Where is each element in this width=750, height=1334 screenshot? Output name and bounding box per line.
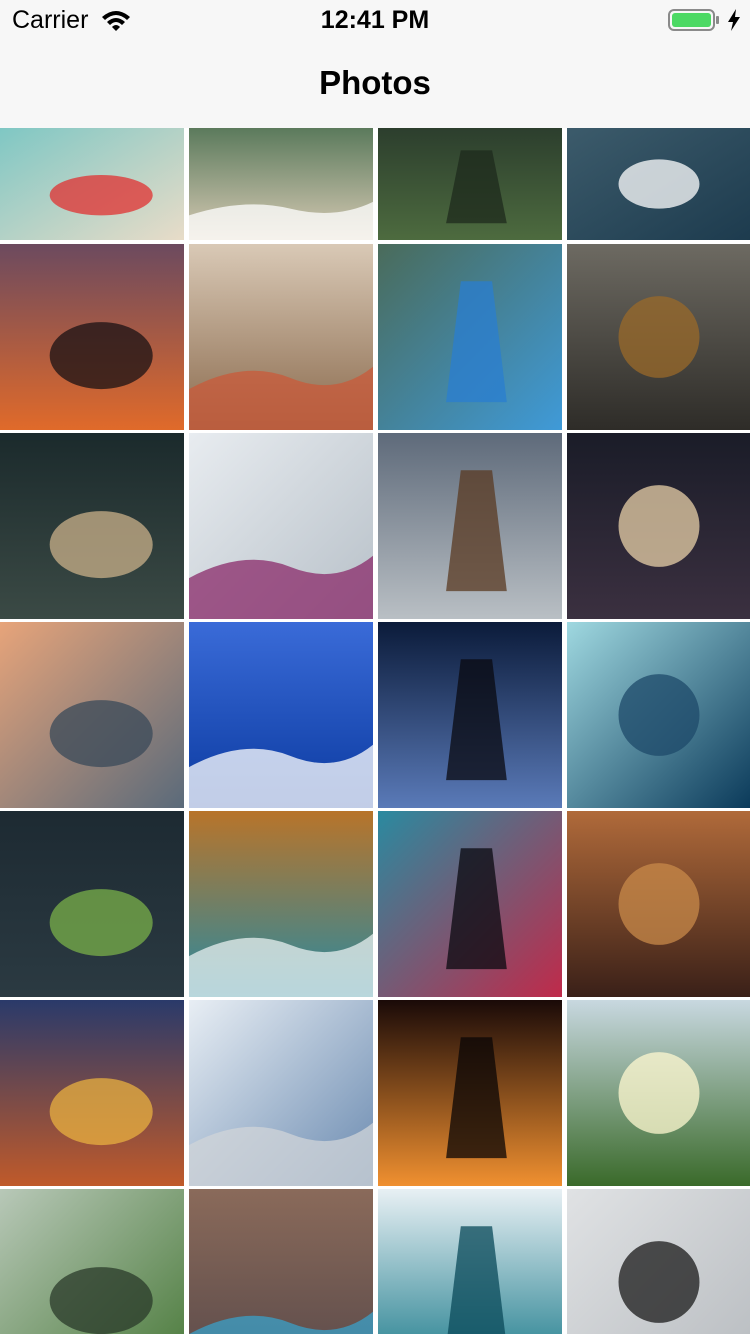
photo-shore-waves[interactable] — [189, 128, 373, 240]
photo-misty-forest[interactable] — [0, 1189, 184, 1334]
photo-underwater-diver[interactable] — [567, 622, 750, 808]
status-bar: Carrier 12:41 PM — [0, 0, 750, 40]
photo-ocean-wave[interactable] — [378, 1189, 562, 1334]
photo-sailboat-sea[interactable] — [567, 128, 750, 240]
photo-orange-sunset[interactable] — [378, 1000, 562, 1186]
photo-lighthouse[interactable] — [378, 433, 562, 619]
photo-canyon-green[interactable] — [378, 128, 562, 240]
page-title: Photos — [319, 64, 431, 101]
photo-milky-way[interactable] — [0, 433, 184, 619]
photo-old-windmill[interactable] — [567, 811, 750, 997]
photo-crocodile-eye[interactable] — [567, 244, 750, 430]
photo-sunset-dog[interactable] — [0, 244, 184, 430]
photos-screen: Carrier 12:41 PM Photos — [0, 0, 750, 1334]
battery-icon — [668, 8, 720, 32]
photo-colonial-street[interactable] — [189, 244, 373, 430]
photo-pool-aerial[interactable] — [378, 244, 562, 430]
charging-bolt-icon — [726, 8, 742, 32]
photo-moon-forest[interactable] — [378, 622, 562, 808]
photo-misty-mountains[interactable] — [0, 622, 184, 808]
photo-cabbage-bowl[interactable] — [0, 811, 184, 997]
photo-market-night[interactable] — [0, 1000, 184, 1186]
photo-crowd-stadium[interactable] — [189, 1189, 373, 1334]
photo-grid[interactable] — [0, 128, 750, 1334]
photo-beach-aerial[interactable] — [0, 128, 184, 240]
photo-night-cave[interactable] — [567, 433, 750, 619]
photo-neon-city[interactable] — [378, 811, 562, 997]
photo-green-valley[interactable] — [567, 1000, 750, 1186]
photo-coast-aerial[interactable] — [189, 811, 373, 997]
navigation-bar: Photos — [0, 40, 750, 128]
photo-desk-workspace[interactable] — [567, 1189, 750, 1334]
status-time: 12:41 PM — [320, 6, 430, 34]
photo-wind-turbine-sea[interactable] — [189, 622, 373, 808]
photo-pancakes[interactable] — [189, 433, 373, 619]
photo-newspaper[interactable] — [189, 1000, 373, 1186]
